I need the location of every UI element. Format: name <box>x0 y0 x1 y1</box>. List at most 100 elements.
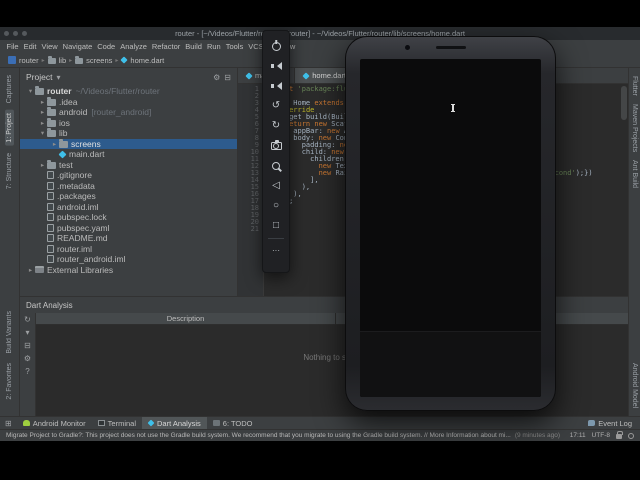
chevron-right-icon[interactable]: ▸ <box>38 98 47 106</box>
phone-screen-lower-band <box>360 331 541 397</box>
filter-icon[interactable]: ▾ <box>25 329 29 337</box>
tool-button-maven[interactable]: Maven Projects <box>631 104 638 152</box>
back-button[interactable]: ◁ <box>262 176 290 196</box>
file-icon <box>47 213 54 222</box>
settings-icon[interactable]: ⚙ <box>24 355 31 363</box>
tool-tab-android-monitor[interactable]: Android Monitor <box>17 417 92 429</box>
volume-down-icon <box>270 81 282 91</box>
tree-item-android-iml[interactable]: android.iml <box>20 202 237 213</box>
tool-button-captures[interactable]: Captures <box>6 75 13 103</box>
volume-up-button[interactable] <box>262 56 290 76</box>
collapse-all-icon[interactable]: ⊟ <box>24 342 31 350</box>
dart-file-icon <box>302 71 310 80</box>
minimize-window-icon[interactable] <box>13 31 18 36</box>
tree-item--packages[interactable]: .packages <box>20 191 237 202</box>
chevron-down-icon[interactable]: ▾ <box>26 87 35 95</box>
tree-item-router[interactable]: ▾ router ~/Videos/Flutter/router <box>20 86 237 97</box>
tree-item--gitignore[interactable]: .gitignore <box>20 170 237 181</box>
tree-item-label: .gitignore <box>57 170 92 181</box>
phone-screen[interactable] <box>360 59 541 397</box>
power-button[interactable] <box>262 36 290 56</box>
tool-tab-todo[interactable]: 6: TODO <box>207 417 259 429</box>
chevron-down-icon[interactable]: ▾ <box>38 129 47 137</box>
toolwindow-switcher-icon[interactable]: ⊞ <box>0 419 17 428</box>
tree-item-readme-md[interactable]: README.md <box>20 233 237 244</box>
tree-item-router-android-iml[interactable]: router_android.iml <box>20 254 237 265</box>
event-log-button[interactable]: Event Log <box>582 417 640 429</box>
rotate-left-button[interactable]: ↺ <box>262 96 290 116</box>
menu-tools[interactable]: Tools <box>223 42 246 51</box>
caret-position[interactable]: 17:11 <box>570 432 586 439</box>
scrollbar-thumb[interactable] <box>621 86 627 120</box>
tool-tab-dart-analysis[interactable]: Dart Analysis <box>142 417 207 429</box>
tool-button-project[interactable]: 1: Project <box>5 110 14 146</box>
menu-edit[interactable]: Edit <box>21 42 39 51</box>
tree-item-pubspec-lock[interactable]: pubspec.lock <box>20 212 237 223</box>
tree-item--idea[interactable]: ▸ .idea <box>20 96 237 108</box>
menu-build[interactable]: Build <box>183 42 205 51</box>
inspection-profile-icon[interactable] <box>628 432 634 439</box>
description-column-header[interactable]: Description <box>36 313 336 324</box>
tree-item-pubspec-yaml[interactable]: pubspec.yaml <box>20 223 237 234</box>
chevron-right-icon[interactable]: ▸ <box>38 119 47 127</box>
chevron-right-icon[interactable]: ▸ <box>26 266 35 274</box>
zoom-button[interactable] <box>262 156 290 176</box>
volume-down-button[interactable] <box>262 76 290 96</box>
project-panel-header: Project ▾ ⚙ ⊟ <box>20 68 237 86</box>
tool-button-build-variants[interactable]: Build Variants <box>6 311 13 354</box>
menu-refactor[interactable]: Refactor <box>149 42 182 51</box>
line-number[interactable]: 21 <box>238 226 259 233</box>
status-message[interactable]: Migrate Project to Gradle?: This project… <box>6 432 511 439</box>
tree-item-label: test <box>59 159 73 170</box>
rotate-right-button[interactable]: ↻ <box>262 116 290 136</box>
menu-file[interactable]: File <box>4 42 21 51</box>
menu-code[interactable]: Code <box>95 42 118 51</box>
tree-item-lib[interactable]: ▾ lib <box>20 128 237 139</box>
menu-run[interactable]: Run <box>204 42 223 51</box>
rotate-left-icon: ↺ <box>271 100 281 111</box>
tool-button-favorites[interactable]: 2: Favorites <box>6 363 13 400</box>
breadcrumb-lib[interactable]: lib <box>59 56 67 65</box>
tree-item-router-iml[interactable]: router.iml <box>20 244 237 255</box>
file-encoding[interactable]: UTF-8 <box>592 432 610 439</box>
status-right-group: 17:11 UTF-8 <box>570 431 634 439</box>
tree-item-ios[interactable]: ▸ ios <box>20 117 237 129</box>
menu-navigate[interactable]: Navigate <box>60 42 95 51</box>
menu-analyze[interactable]: Analyze <box>118 42 150 51</box>
tree-item-android[interactable]: ▸ android [router_android] <box>20 107 237 118</box>
chevron-right-icon[interactable]: ▸ <box>38 161 47 169</box>
tree-item-test[interactable]: ▸ test <box>20 159 237 171</box>
tool-button-structure[interactable]: 7: Structure <box>6 153 13 189</box>
more-button[interactable]: ··· <box>262 241 290 261</box>
settings-icon[interactable]: ⚙ <box>213 73 220 82</box>
tool-button-flutter[interactable]: Flutter <box>631 76 638 96</box>
chevron-right-icon[interactable]: ▸ <box>38 108 47 116</box>
collapse-all-icon[interactable]: ⊟ <box>224 73 231 82</box>
close-window-icon[interactable] <box>4 31 9 36</box>
menu-view[interactable]: View <box>39 42 60 51</box>
overview-button[interactable]: □ <box>262 216 290 236</box>
help-icon[interactable]: ? <box>25 368 29 376</box>
tool-button-ant[interactable]: Ant Build <box>631 160 638 188</box>
editor-scrollbar[interactable] <box>621 84 627 296</box>
screenshot-button[interactable] <box>262 136 290 156</box>
dart-icon <box>147 419 155 427</box>
tree-item-main-dart[interactable]: main.dart <box>20 149 237 160</box>
chevron-right-icon[interactable]: ▸ <box>50 140 59 148</box>
maximize-window-icon[interactable] <box>22 31 27 36</box>
dart-file-icon <box>120 56 129 64</box>
project-panel-title[interactable]: Project <box>26 72 52 82</box>
restart-icon[interactable]: ↻ <box>24 316 31 324</box>
tree-item-screens[interactable]: ▸ screens <box>20 138 237 149</box>
breadcrumb-screens[interactable]: screens <box>86 56 112 65</box>
home-button[interactable]: ○ <box>262 196 290 216</box>
tool-tab-terminal[interactable]: Terminal <box>92 417 142 429</box>
tool-button-android-model[interactable]: Android Model <box>631 363 638 408</box>
tree-item-external-libraries[interactable]: ▸ External Libraries <box>20 265 237 276</box>
breadcrumb-router[interactable]: router <box>19 56 39 65</box>
tree-item--metadata[interactable]: .metadata <box>20 181 237 192</box>
tree-item-label: .packages <box>57 191 96 202</box>
line-number-gutter[interactable]: 1 2 3 4 5 6 7 8 9 10 11 12 13 14 15 16 17 18 19 20 21 <box>238 84 264 296</box>
lock-icon[interactable] <box>616 431 623 439</box>
breadcrumb-home-dart[interactable]: home.dart <box>130 56 164 65</box>
